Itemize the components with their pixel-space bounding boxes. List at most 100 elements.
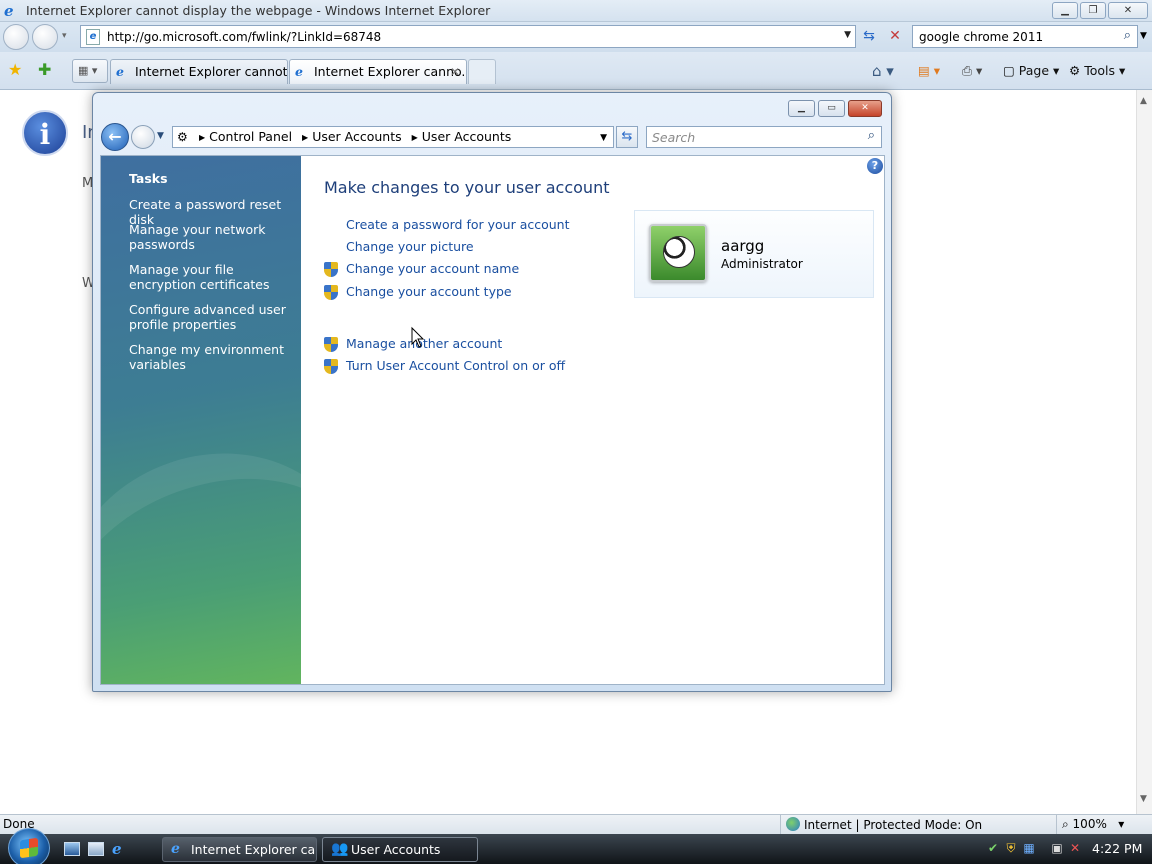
vertical-scrollbar[interactable]: ▲ ▼	[1136, 90, 1152, 814]
add-favorites-icon[interactable]: ✚	[38, 62, 51, 78]
refresh-icon[interactable]: ⇆	[858, 26, 880, 47]
breadcrumb-user-accounts[interactable]: User Accounts	[312, 129, 401, 144]
address-url[interactable]: http://go.microsoft.com/fwlink/?LinkId=6…	[107, 30, 381, 44]
link-change-picture[interactable]: Change your picture	[346, 239, 474, 254]
tray-network-icon[interactable]: ▦	[1022, 841, 1036, 855]
volume-muted-icon[interactable]: ✕	[1068, 841, 1082, 855]
scroll-up-icon[interactable]: ▲	[1140, 96, 1147, 106]
link-change-account-name[interactable]: Change your account name	[346, 261, 519, 276]
security-zone[interactable]: Internet | Protected Mode: On	[786, 817, 982, 832]
tab-2[interactable]: e Internet Explorer canno... ✕	[289, 59, 467, 84]
avatar[interactable]	[649, 224, 707, 282]
mouse-cursor-icon	[411, 326, 425, 348]
ie-tab-icon: e	[116, 64, 124, 79]
favorites-star-icon[interactable]: ★	[8, 62, 22, 78]
tab-label: Internet Explorer cannot di...	[135, 64, 288, 79]
switch-windows-icon[interactable]	[88, 842, 104, 856]
link-create-password[interactable]: Create a password for your account	[346, 217, 570, 232]
network-status-icon[interactable]: ▣	[1050, 841, 1064, 855]
scroll-down-icon[interactable]: ▼	[1140, 794, 1147, 804]
status-bar: Done Internet | Protected Mode: On ⌕ 100…	[0, 814, 1152, 835]
forward-button[interactable]	[32, 24, 58, 50]
tab-1[interactable]: e Internet Explorer cannot di...	[110, 59, 288, 84]
taskbar-ie-button[interactable]: e Internet Explorer ca...	[162, 837, 317, 862]
page-menu-label: Page	[1018, 63, 1050, 78]
cp-content: Tasks Create a password reset disk Manag…	[100, 155, 885, 685]
page-icon: e	[86, 29, 100, 45]
main-pane: ? Make changes to your user account Crea…	[301, 156, 884, 684]
show-desktop-icon[interactable]	[64, 842, 80, 856]
search-options-dropdown-icon[interactable]: ▼	[1140, 31, 1147, 41]
start-button[interactable]	[8, 828, 50, 864]
breadcrumb-user-accounts-current[interactable]: User Accounts	[422, 129, 511, 144]
task-manage-network-passwords[interactable]: Manage your network passwords	[129, 222, 294, 252]
page-title: Make changes to your user account	[324, 178, 610, 197]
cp-search-placeholder[interactable]: Search	[652, 130, 695, 145]
windows-logo-icon	[20, 837, 38, 859]
breadcrumb-control-panel[interactable]: Control Panel	[209, 129, 292, 144]
print-icon[interactable]: ⎙ ▾	[962, 60, 982, 82]
breadcrumb-arrow-icon[interactable]: ▶	[412, 133, 418, 142]
taskbar-user-accounts-button[interactable]: 👥 User Accounts	[322, 837, 478, 862]
tools-menu-label: Tools	[1084, 63, 1115, 78]
home-icon[interactable]: ⌂ ▾	[872, 60, 894, 82]
clock[interactable]: 4:22 PM	[1092, 841, 1142, 856]
ie-tab-icon: e	[295, 64, 303, 79]
uac-shield-icon	[324, 337, 338, 352]
ie-title-bar: e Internet Explorer cannot display the w…	[0, 0, 1152, 22]
cp-recent-dropdown-icon[interactable]: ▼	[157, 131, 164, 141]
status-divider	[1056, 815, 1057, 835]
cp-maximize-button[interactable]: ▭	[818, 100, 845, 117]
security-zone-label: Internet | Protected Mode: On	[804, 818, 983, 832]
tools-menu[interactable]: ⚙ Tools ▾	[1069, 60, 1125, 82]
search-icon[interactable]: ⌕	[868, 128, 875, 143]
breadcrumb-arrow-icon[interactable]: ▶	[199, 133, 205, 142]
recent-pages-dropdown-icon[interactable]: ▾	[62, 31, 67, 41]
search-icon[interactable]: ⌕	[1124, 28, 1131, 43]
page-menu[interactable]: ▢ Page ▾	[1003, 60, 1059, 82]
tasks-heading: Tasks	[129, 171, 168, 186]
maximize-button[interactable]: ❐	[1080, 2, 1106, 19]
breadcrumb-arrow-icon[interactable]: ▶	[302, 133, 308, 142]
cp-address-bar[interactable]: ⚙ ▶ Control Panel ▶ User Accounts ▶ User Ac…	[172, 126, 614, 148]
uac-shield-icon	[324, 359, 338, 374]
back-button[interactable]	[3, 24, 29, 50]
help-icon[interactable]: ?	[867, 158, 883, 174]
status-divider	[780, 815, 781, 835]
search-input[interactable]: google chrome 2011	[919, 30, 1043, 44]
tab-label: Internet Explorer canno...	[314, 64, 467, 79]
cp-forward-button[interactable]	[131, 125, 155, 149]
tray-check-icon[interactable]: ✔	[986, 841, 1000, 855]
zoom-control[interactable]: ⌕ 100% ▾	[1062, 817, 1124, 832]
link-turn-uac-on-off[interactable]: Turn User Account Control on or off	[346, 358, 565, 373]
address-dropdown-icon[interactable]: ▼	[844, 30, 851, 40]
address-bar[interactable]: e http://go.microsoft.com/fwlink/?LinkId…	[80, 25, 856, 48]
close-button[interactable]: ✕	[1108, 2, 1148, 19]
task-change-environment-variables[interactable]: Change my environment variables	[129, 342, 294, 372]
feeds-icon[interactable]: ▤ ▾	[918, 60, 940, 82]
ie-tab-bar: ★ ✚ ▦ ▾ e Internet Explorer cannot di...…	[0, 52, 1152, 90]
tab-close-icon[interactable]: ✕	[450, 60, 460, 84]
ie-icon: e	[171, 841, 180, 857]
uac-shield-icon	[324, 285, 338, 300]
link-change-account-type[interactable]: Change your account type	[346, 284, 512, 299]
quick-tabs-button[interactable]: ▦ ▾	[72, 59, 108, 83]
cp-refresh-icon[interactable]: ⇆	[616, 126, 638, 148]
globe-icon	[786, 817, 800, 831]
cp-search-box[interactable]: Search ⌕	[646, 126, 882, 148]
minimize-button[interactable]: ▁	[1052, 2, 1078, 19]
cp-back-button[interactable]: ←	[101, 123, 129, 151]
user-role: Administrator	[721, 257, 803, 271]
ie-search-box[interactable]: google chrome 2011 ⌕	[912, 25, 1138, 48]
ie-quicklaunch-icon[interactable]: e	[112, 842, 128, 857]
breadcrumb: ▶ Control Panel ▶ User Accounts ▶ User Acco…	[197, 127, 515, 148]
cp-close-button[interactable]: ✕	[848, 100, 882, 117]
cp-minimize-button[interactable]: ▁	[788, 100, 815, 117]
user-accounts-window: ▁ ▭ ✕ ← ▼ ⚙ ▶ Control Panel ▶ User Account…	[92, 92, 892, 692]
new-tab-button[interactable]	[468, 59, 496, 84]
task-manage-file-encryption-certificates[interactable]: Manage your file encryption certificates	[129, 262, 294, 292]
task-configure-advanced-profile[interactable]: Configure advanced user profile properti…	[129, 302, 294, 332]
cp-address-dropdown-icon[interactable]: ▼	[600, 128, 607, 148]
security-shield-icon[interactable]: ⛨	[1004, 841, 1018, 855]
stop-icon[interactable]: ✕	[884, 26, 906, 47]
